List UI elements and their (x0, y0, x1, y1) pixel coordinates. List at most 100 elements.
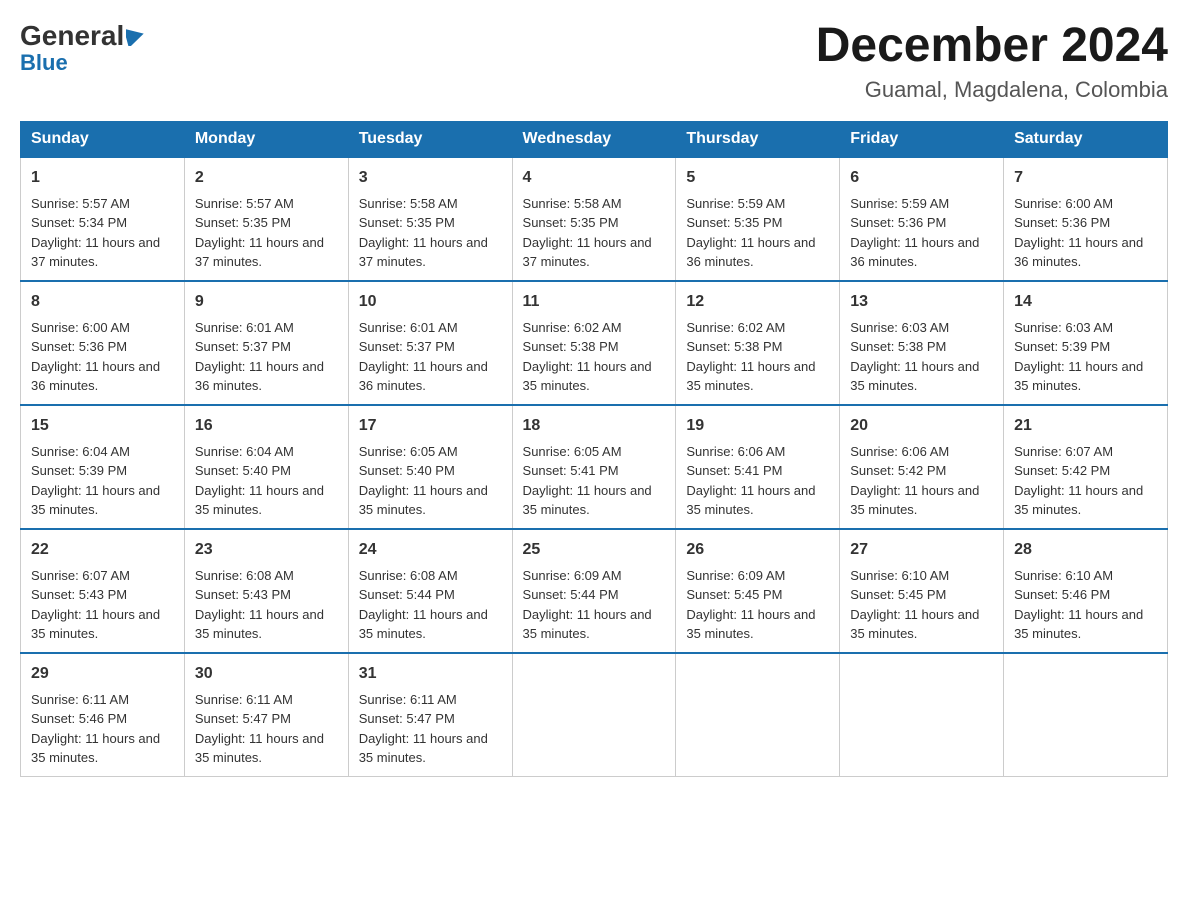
day-sunrise: Sunrise: 5:59 AM (686, 196, 785, 211)
day-number: 3 (359, 166, 502, 190)
table-row (1004, 653, 1168, 777)
day-daylight: Daylight: 11 hours and 35 minutes. (523, 483, 652, 518)
day-sunrise: Sunrise: 6:02 AM (523, 320, 622, 335)
day-sunrise: Sunrise: 6:00 AM (31, 320, 130, 335)
day-daylight: Daylight: 11 hours and 35 minutes. (850, 483, 979, 518)
day-sunset: Sunset: 5:45 PM (686, 587, 782, 602)
day-daylight: Daylight: 11 hours and 35 minutes. (686, 483, 815, 518)
day-number: 9 (195, 290, 338, 314)
col-thursday: Thursday (676, 121, 840, 157)
day-sunset: Sunset: 5:42 PM (850, 463, 946, 478)
day-number: 19 (686, 414, 829, 438)
table-row: 13 Sunrise: 6:03 AM Sunset: 5:38 PM Dayl… (840, 281, 1004, 405)
day-sunrise: Sunrise: 6:10 AM (1014, 568, 1113, 583)
table-row: 17 Sunrise: 6:05 AM Sunset: 5:40 PM Dayl… (348, 405, 512, 529)
col-tuesday: Tuesday (348, 121, 512, 157)
table-row: 7 Sunrise: 6:00 AM Sunset: 5:36 PM Dayli… (1004, 157, 1168, 281)
day-number: 17 (359, 414, 502, 438)
day-sunrise: Sunrise: 6:11 AM (359, 692, 457, 707)
day-sunrise: Sunrise: 6:09 AM (686, 568, 785, 583)
day-daylight: Daylight: 11 hours and 37 minutes. (195, 235, 324, 270)
day-number: 6 (850, 166, 993, 190)
day-number: 7 (1014, 166, 1157, 190)
day-sunrise: Sunrise: 6:06 AM (686, 444, 785, 459)
day-sunrise: Sunrise: 6:01 AM (195, 320, 294, 335)
day-daylight: Daylight: 11 hours and 35 minutes. (359, 607, 488, 642)
logo-blue-text: Blue (20, 50, 68, 76)
day-sunrise: Sunrise: 6:01 AM (359, 320, 458, 335)
table-row (840, 653, 1004, 777)
day-number: 22 (31, 538, 174, 562)
day-daylight: Daylight: 11 hours and 35 minutes. (523, 359, 652, 394)
day-number: 18 (523, 414, 666, 438)
table-row: 20 Sunrise: 6:06 AM Sunset: 5:42 PM Dayl… (840, 405, 1004, 529)
day-daylight: Daylight: 11 hours and 35 minutes. (359, 483, 488, 518)
table-row: 1 Sunrise: 5:57 AM Sunset: 5:34 PM Dayli… (21, 157, 185, 281)
day-daylight: Daylight: 11 hours and 35 minutes. (1014, 483, 1143, 518)
day-sunset: Sunset: 5:36 PM (31, 339, 127, 354)
table-row (512, 653, 676, 777)
day-sunrise: Sunrise: 6:04 AM (31, 444, 130, 459)
table-row: 22 Sunrise: 6:07 AM Sunset: 5:43 PM Dayl… (21, 529, 185, 653)
table-row: 28 Sunrise: 6:10 AM Sunset: 5:46 PM Dayl… (1004, 529, 1168, 653)
day-daylight: Daylight: 11 hours and 35 minutes. (850, 607, 979, 642)
day-sunset: Sunset: 5:43 PM (31, 587, 127, 602)
day-sunrise: Sunrise: 6:02 AM (686, 320, 785, 335)
day-sunset: Sunset: 5:36 PM (850, 215, 946, 230)
day-sunset: Sunset: 5:42 PM (1014, 463, 1110, 478)
day-daylight: Daylight: 11 hours and 35 minutes. (359, 731, 488, 766)
day-sunset: Sunset: 5:35 PM (523, 215, 619, 230)
calendar-week-row: 15 Sunrise: 6:04 AM Sunset: 5:39 PM Dayl… (21, 405, 1168, 529)
day-sunrise: Sunrise: 6:03 AM (1014, 320, 1113, 335)
day-sunset: Sunset: 5:36 PM (1014, 215, 1110, 230)
day-number: 8 (31, 290, 174, 314)
table-row: 19 Sunrise: 6:06 AM Sunset: 5:41 PM Dayl… (676, 405, 840, 529)
day-number: 10 (359, 290, 502, 314)
day-sunset: Sunset: 5:47 PM (195, 711, 291, 726)
day-number: 31 (359, 662, 502, 686)
day-daylight: Daylight: 11 hours and 36 minutes. (1014, 235, 1143, 270)
day-sunrise: Sunrise: 6:00 AM (1014, 196, 1113, 211)
table-row: 5 Sunrise: 5:59 AM Sunset: 5:35 PM Dayli… (676, 157, 840, 281)
day-daylight: Daylight: 11 hours and 37 minutes. (31, 235, 160, 270)
month-year-title: December 2024 (816, 20, 1168, 73)
day-sunset: Sunset: 5:38 PM (850, 339, 946, 354)
table-row: 6 Sunrise: 5:59 AM Sunset: 5:36 PM Dayli… (840, 157, 1004, 281)
table-row: 14 Sunrise: 6:03 AM Sunset: 5:39 PM Dayl… (1004, 281, 1168, 405)
day-daylight: Daylight: 11 hours and 35 minutes. (31, 607, 160, 642)
day-number: 30 (195, 662, 338, 686)
day-daylight: Daylight: 11 hours and 36 minutes. (195, 359, 324, 394)
day-number: 4 (523, 166, 666, 190)
location-subtitle: Guamal, Magdalena, Colombia (816, 77, 1168, 103)
day-sunset: Sunset: 5:43 PM (195, 587, 291, 602)
day-sunset: Sunset: 5:40 PM (359, 463, 455, 478)
calendar-week-row: 29 Sunrise: 6:11 AM Sunset: 5:46 PM Dayl… (21, 653, 1168, 777)
day-daylight: Daylight: 11 hours and 36 minutes. (359, 359, 488, 394)
day-number: 5 (686, 166, 829, 190)
table-row: 23 Sunrise: 6:08 AM Sunset: 5:43 PM Dayl… (184, 529, 348, 653)
calendar-week-row: 22 Sunrise: 6:07 AM Sunset: 5:43 PM Dayl… (21, 529, 1168, 653)
day-sunrise: Sunrise: 5:58 AM (523, 196, 622, 211)
day-daylight: Daylight: 11 hours and 35 minutes. (686, 359, 815, 394)
day-sunrise: Sunrise: 5:57 AM (195, 196, 294, 211)
day-daylight: Daylight: 11 hours and 35 minutes. (31, 731, 160, 766)
day-sunset: Sunset: 5:44 PM (359, 587, 455, 602)
day-number: 21 (1014, 414, 1157, 438)
day-number: 1 (31, 166, 174, 190)
day-sunrise: Sunrise: 5:59 AM (850, 196, 949, 211)
day-sunrise: Sunrise: 6:11 AM (195, 692, 293, 707)
day-daylight: Daylight: 11 hours and 35 minutes. (195, 607, 324, 642)
title-section: December 2024 Guamal, Magdalena, Colombi… (816, 20, 1168, 103)
day-daylight: Daylight: 11 hours and 35 minutes. (195, 731, 324, 766)
day-number: 24 (359, 538, 502, 562)
table-row: 31 Sunrise: 6:11 AM Sunset: 5:47 PM Dayl… (348, 653, 512, 777)
day-sunset: Sunset: 5:38 PM (686, 339, 782, 354)
table-row: 11 Sunrise: 6:02 AM Sunset: 5:38 PM Dayl… (512, 281, 676, 405)
day-sunrise: Sunrise: 5:58 AM (359, 196, 458, 211)
col-wednesday: Wednesday (512, 121, 676, 157)
table-row: 27 Sunrise: 6:10 AM Sunset: 5:45 PM Dayl… (840, 529, 1004, 653)
logo-arrow-icon (126, 26, 144, 46)
logo: General Blue (20, 20, 144, 76)
table-row: 30 Sunrise: 6:11 AM Sunset: 5:47 PM Dayl… (184, 653, 348, 777)
day-daylight: Daylight: 11 hours and 35 minutes. (195, 483, 324, 518)
